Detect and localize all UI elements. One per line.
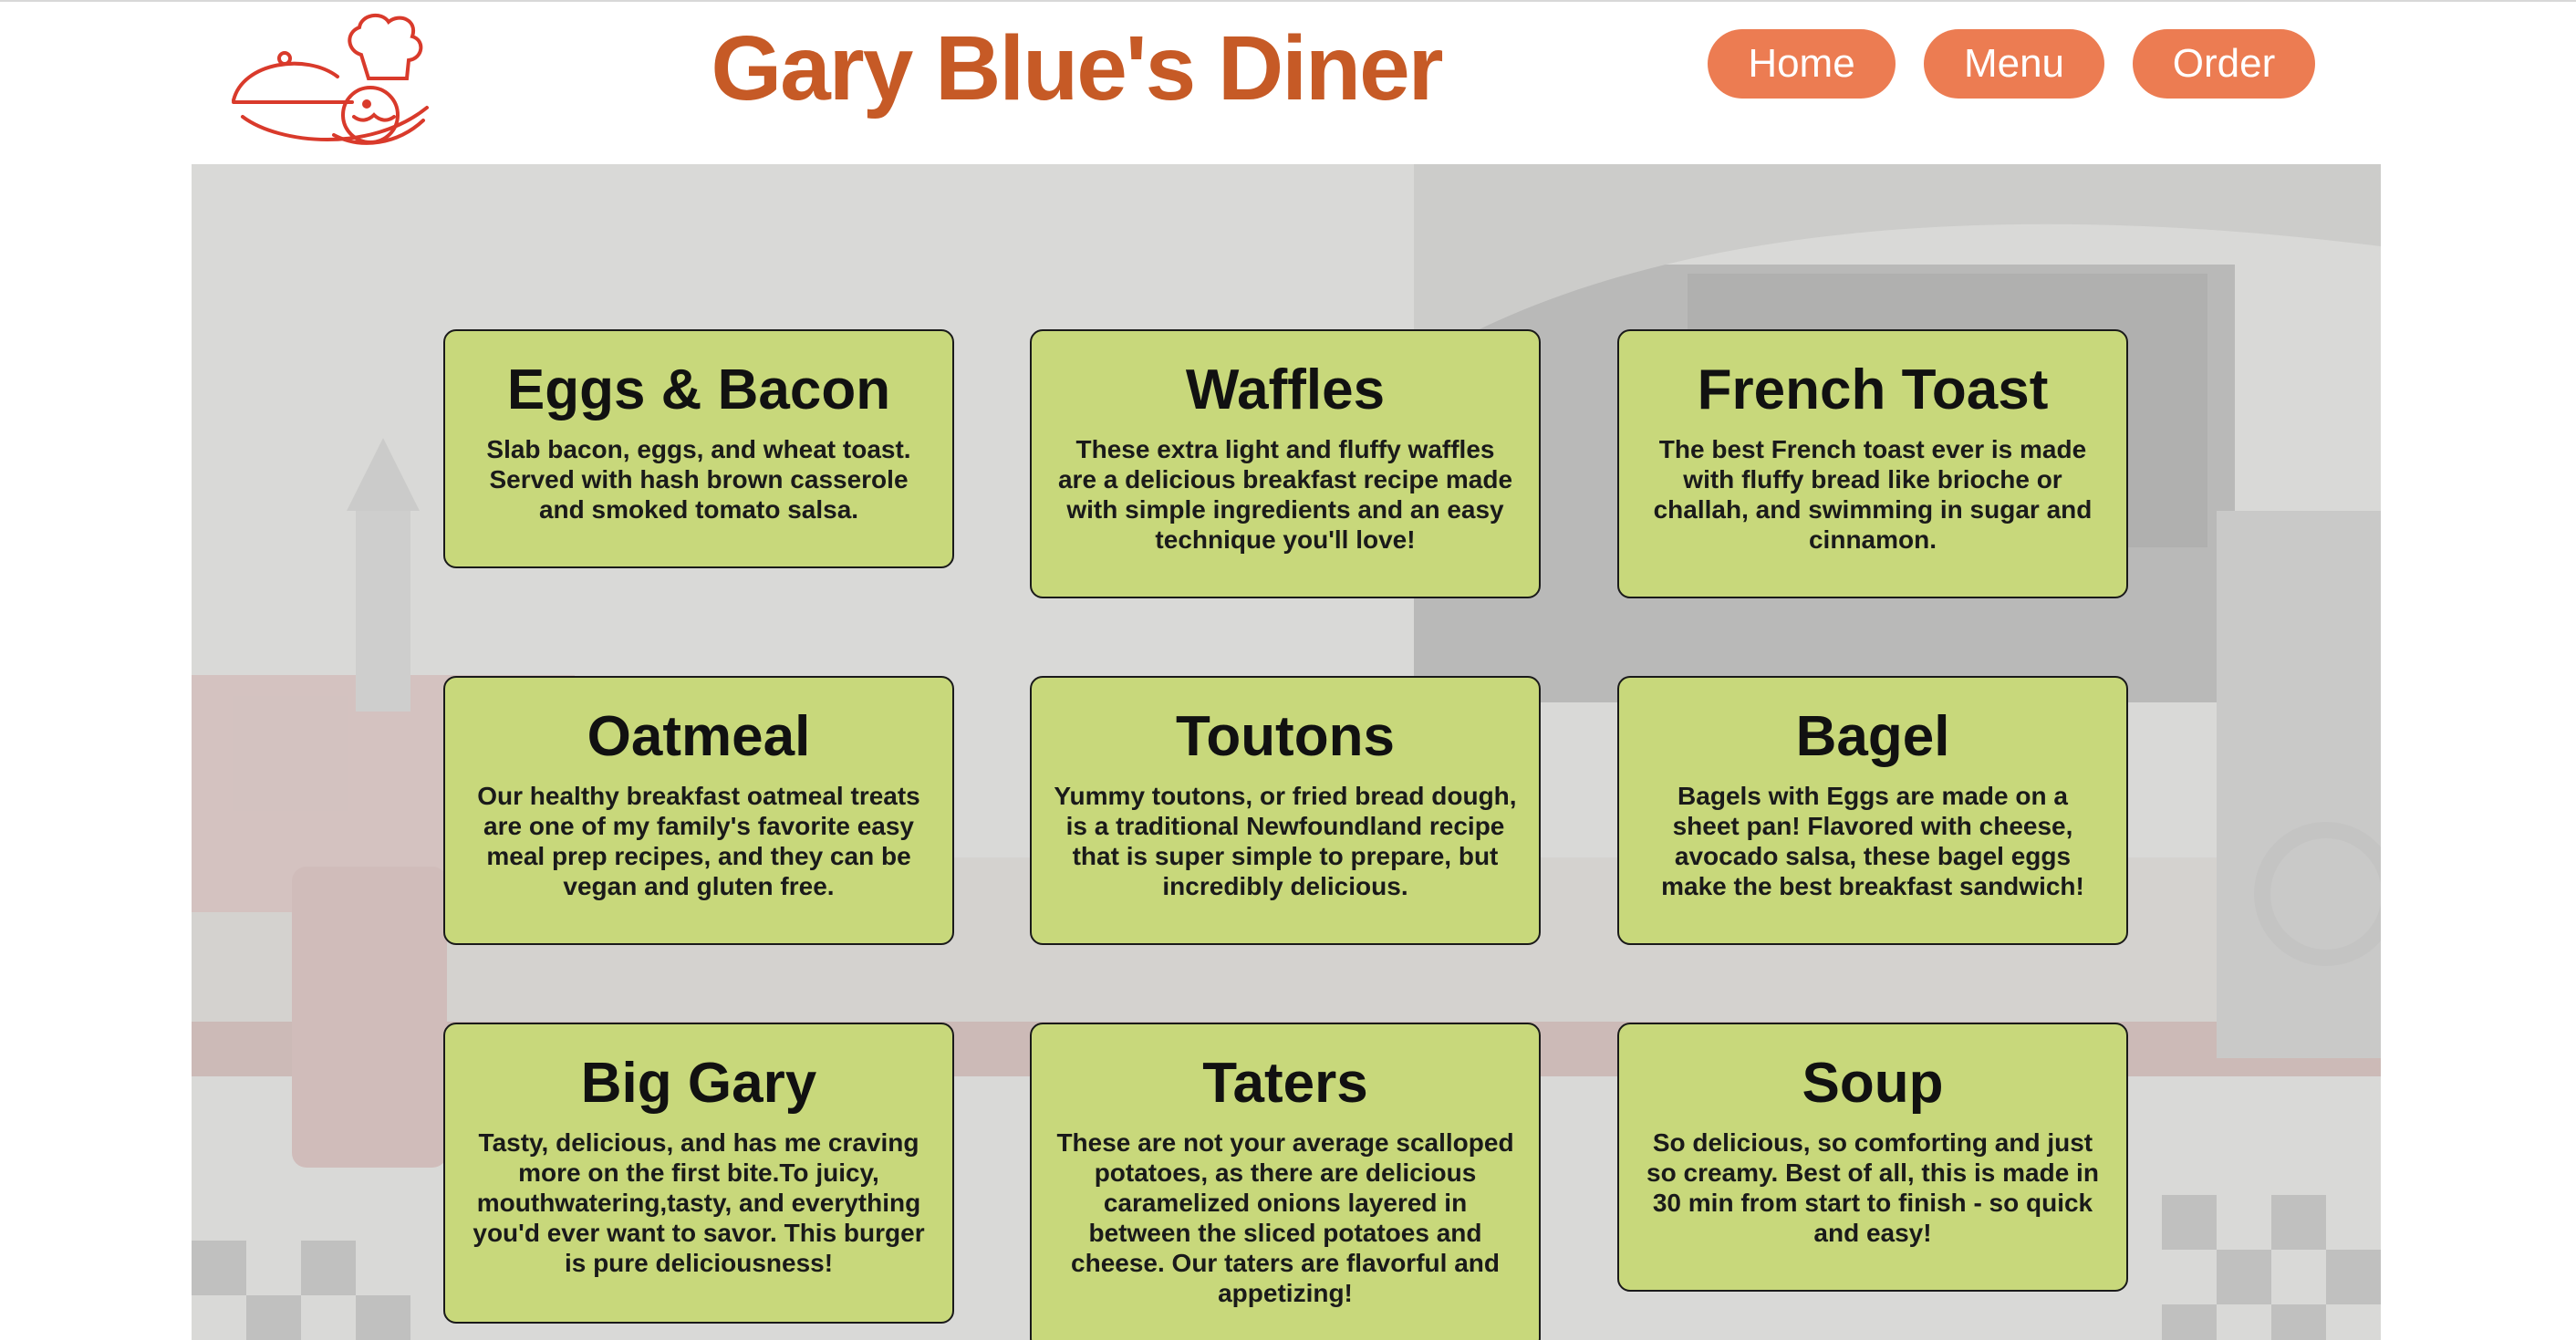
home-button[interactable]: Home: [1708, 29, 1896, 99]
menu-card-description: So delicious, so comforting and just so …: [1646, 1128, 2099, 1248]
menu-card-title: Soup: [1802, 1052, 1944, 1115]
site-title: Gary Blue's Diner: [711, 17, 1443, 119]
menu-card-description: These are not your average scalloped pot…: [1056, 1128, 1514, 1308]
menu-card-title: Bagel: [1795, 705, 1950, 768]
chef-cloche-icon[interactable]: [224, 7, 434, 153]
menu-card-title: Toutons: [1176, 705, 1395, 768]
menu-card-bagel[interactable]: Bagel Bagels with Eggs are made on a she…: [1617, 676, 2128, 945]
menu-card-waffles[interactable]: Waffles These extra light and fluffy waf…: [1030, 329, 1541, 598]
menu-card-title: French Toast: [1697, 358, 2049, 421]
menu-card-description: Slab bacon, eggs, and wheat toast. Serve…: [486, 435, 911, 525]
menu-card-title: Big Gary: [580, 1052, 817, 1115]
menu-card-description: These extra light and fluffy waffles are…: [1057, 435, 1513, 555]
menu-card-french-toast[interactable]: French Toast The best French toast ever …: [1617, 329, 2128, 598]
menu-card-oatmeal[interactable]: Oatmeal Our healthy breakfast oatmeal tr…: [443, 676, 954, 945]
menu-card-title: Oatmeal: [587, 705, 811, 768]
menu-section: Eggs & Bacon Slab bacon, eggs, and wheat…: [192, 164, 2381, 1340]
menu-card-title: Taters: [1202, 1052, 1368, 1115]
site-header: Gary Blue's Diner Home Menu Order: [0, 0, 2576, 164]
menu-card-eggs-bacon[interactable]: Eggs & Bacon Slab bacon, eggs, and wheat…: [443, 329, 954, 568]
menu-card-soup[interactable]: Soup So delicious, so comforting and jus…: [1617, 1023, 2128, 1292]
menu-button[interactable]: Menu: [1924, 29, 2104, 99]
menu-card-description: Bagels with Eggs are made on a sheet pan…: [1661, 782, 2084, 901]
order-button[interactable]: Order: [2133, 29, 2315, 99]
menu-card-description: Our healthy breakfast oatmeal treats are…: [477, 782, 920, 901]
menu-card-description: The best French toast ever is made with …: [1653, 435, 2093, 555]
menu-card-big-gary[interactable]: Big Gary Tasty, delicious, and has me cr…: [443, 1023, 954, 1324]
menu-card-description: Tasty, delicious, and has me craving mor…: [473, 1128, 925, 1278]
menu-card-toutons[interactable]: Toutons Yummy toutons, or fried bread do…: [1030, 676, 1541, 945]
menu-card-taters[interactable]: Taters These are not your average scallo…: [1030, 1023, 1541, 1340]
menu-card-title: Waffles: [1185, 358, 1386, 421]
menu-card-description: Yummy toutons, or fried bread dough, is …: [1054, 782, 1517, 901]
menu-card-title: Eggs & Bacon: [506, 358, 891, 421]
